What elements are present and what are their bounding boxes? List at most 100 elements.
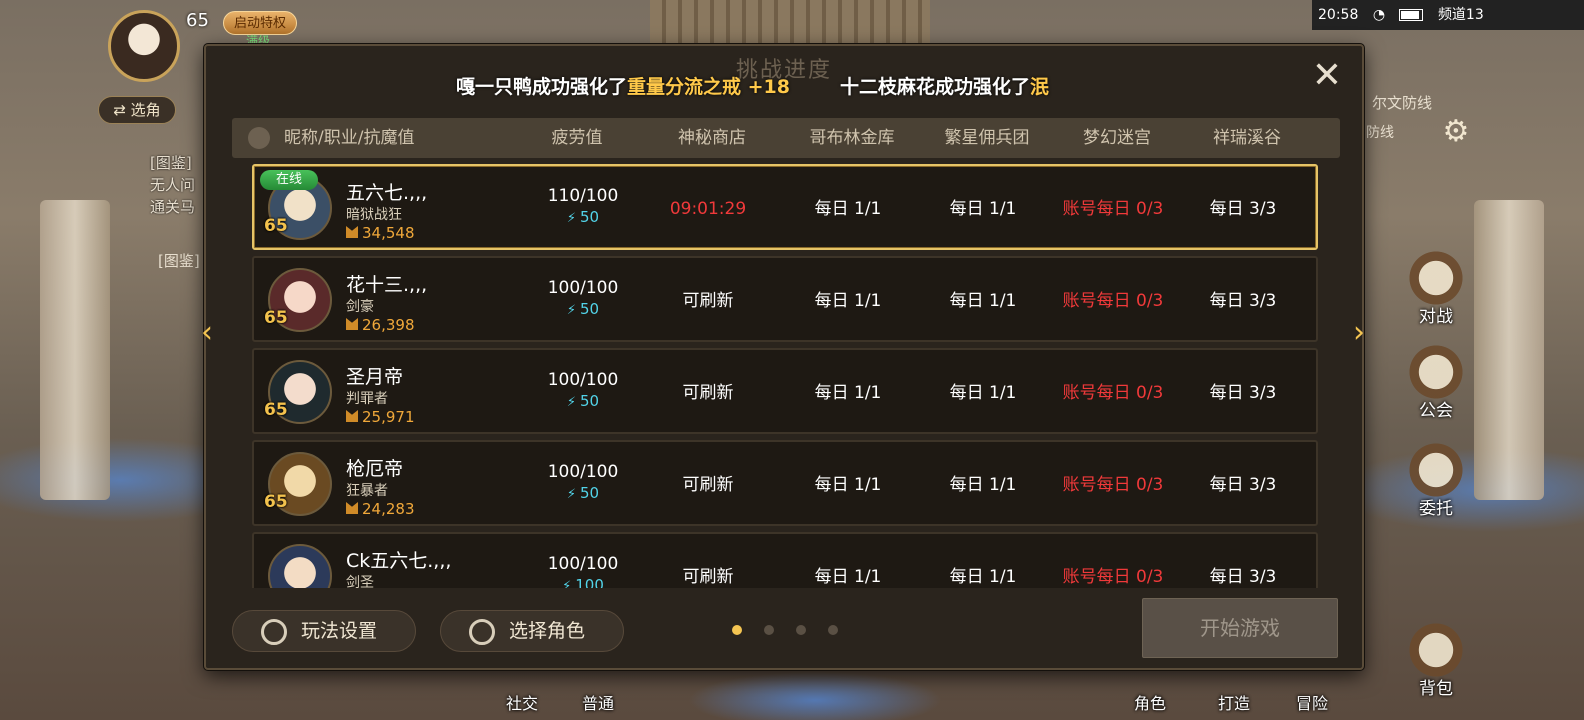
start-game-button[interactable]: 开始游戏 (1142, 598, 1338, 658)
power-value: 26,398 (362, 316, 415, 334)
character-name: 花十三.,,, (346, 274, 428, 296)
commission-board-icon (1406, 440, 1466, 500)
character-level: 65 (264, 492, 288, 512)
crown-icon (346, 226, 358, 238)
challenge-progress-modal: 挑战进度 嘎一只鸭成功强化了重量分流之戒 +18 十二枝麻花成功强化了泯 ✕ 昵称… (204, 44, 1364, 670)
mercenary-progress: 每日 1/1 (949, 567, 1017, 587)
left-info-panel[interactable]: [图鉴] 无人问 通关马 (150, 152, 210, 218)
valley-progress: 每日 3/3 (1209, 199, 1277, 219)
column-header: 哥布林金库 (809, 128, 895, 148)
character-class: 暗狱战狂 (346, 207, 402, 223)
character-silhouette-icon (469, 619, 495, 645)
column-header: 梦幻迷宫 (1083, 128, 1151, 148)
fatigue-value: 100/100 (547, 462, 619, 482)
gameplay-settings-button[interactable]: 玩法设置 (232, 610, 416, 652)
player-avatar[interactable] (108, 10, 180, 82)
fatigue-value: 100/100 (547, 278, 619, 298)
character-name: Ck五六七.,,, (346, 550, 452, 572)
character-class: 剑豪 (346, 299, 374, 315)
valley-progress: 每日 3/3 (1209, 567, 1277, 587)
character-power: 34,548 (346, 224, 415, 242)
shop-status: 可刷新 (682, 291, 734, 311)
page-dot[interactable] (828, 625, 838, 635)
page-dot[interactable] (764, 625, 774, 635)
character-name: 五六七.,,, (346, 182, 428, 204)
energy-value: ⚡ 50 (528, 484, 638, 502)
crossed-swords-icon (1406, 248, 1466, 308)
fatigue-value: 110/100 (547, 186, 619, 206)
valley-progress: 每日 3/3 (1209, 291, 1277, 311)
close-icon[interactable]: ✕ (1310, 58, 1344, 94)
switch-role-button[interactable]: ⇄ 选角 (98, 96, 176, 124)
guild-emblem-icon (1406, 342, 1466, 402)
power-value: 24,283 (362, 500, 415, 518)
goblin-progress: 每日 1/1 (814, 567, 882, 587)
background-right-stone-pillar (1474, 200, 1544, 500)
energy-amount: 100 (575, 576, 604, 588)
character-silhouette-icon (248, 127, 270, 149)
valley-progress: 每日 3/3 (1209, 475, 1277, 495)
table-header: 昵称/职业/抗魔值 疲劳值 神秘商店 哥布林金库 繁星佣兵团 梦幻迷宫 祥瑞溪谷 (232, 118, 1340, 158)
bag-icon (1406, 620, 1466, 680)
lightning-icon: ⚡ (566, 303, 577, 318)
page-indicator (732, 620, 860, 639)
character-row[interactable]: 65 枪厄帝 狂暴者 24,283 100/100 ⚡ 50 可刷新 每日 1/1… (252, 440, 1318, 526)
left-info-line: 无人问 (150, 176, 196, 194)
character-row[interactable]: 65 圣月帝 判罪者 25,971 100/100 ⚡ 50 可刷新 每日 1/1… (252, 348, 1318, 434)
side-button-guild[interactable]: 公会 (1400, 342, 1472, 421)
character-class: 狂暴者 (346, 483, 388, 499)
crown-icon (346, 502, 358, 514)
previous-page-arrow-icon[interactable]: ‹ (190, 310, 224, 356)
bottom-tab-character[interactable]: 角色 (1134, 690, 1166, 714)
character-list[interactable]: 在线 65 五六七.,,, 暗狱战狂 34,548 110/100 ⚡ 50 09… (248, 162, 1324, 588)
mercenary-progress: 每日 1/1 (949, 383, 1017, 403)
character-row[interactable]: 在线 65 五六七.,,, 暗狱战狂 34,548 110/100 ⚡ 50 09… (252, 164, 1318, 250)
battery-icon (1399, 9, 1424, 21)
shop-status: 可刷新 (682, 567, 734, 587)
side-button-bag[interactable]: 背包 (1400, 620, 1472, 699)
energy-value: ⚡ 50 (528, 300, 638, 318)
page-dot[interactable] (732, 625, 742, 635)
bottom-tab-social[interactable]: 社交 (506, 690, 538, 714)
settings-gear-icon[interactable]: ⚙ (1438, 114, 1474, 150)
fatigue-value: 100/100 (547, 370, 619, 390)
character-row[interactable]: Ck五六七.,,, 剑圣 100/100 ⚡ 100 可刷新 每日 1/1 每日 … (252, 532, 1318, 588)
mercenary-progress: 每日 1/1 (949, 475, 1017, 495)
fatigue-cell: 100/100 ⚡ 50 (528, 278, 638, 318)
energy-amount: 50 (580, 392, 600, 410)
power-value: 34,548 (362, 224, 415, 242)
valley-progress: 每日 3/3 (1209, 383, 1277, 403)
crown-icon (346, 410, 358, 422)
character-power: 26,398 (346, 316, 415, 334)
fatigue-cell: 110/100 ⚡ 50 (528, 186, 638, 226)
left-info-line: [图鉴] (150, 154, 192, 172)
fatigue-value: 100/100 (547, 554, 619, 574)
character-row[interactable]: 65 花十三.,,, 剑豪 26,398 100/100 ⚡ 50 可刷新 每日 … (252, 256, 1318, 342)
mercenary-progress: 每日 1/1 (949, 291, 1017, 311)
mercenary-progress: 每日 1/1 (949, 199, 1017, 219)
column-header: 神秘商店 (678, 128, 746, 148)
energy-amount: 50 (580, 300, 600, 318)
energy-amount: 50 (580, 484, 600, 502)
side-button-pvp[interactable]: 对战 (1400, 248, 1472, 327)
column-header: 祥瑞溪谷 (1213, 128, 1281, 148)
next-page-arrow-icon[interactable]: › (1342, 310, 1376, 356)
energy-value: ⚡ 50 (528, 208, 638, 226)
map-short-name: 防线 (1366, 125, 1394, 141)
bottom-tab-normal[interactable]: 普通 (582, 690, 614, 714)
maze-progress: 账号每日 0/3 (1062, 383, 1164, 403)
wifi-icon: ◔ (1372, 7, 1386, 23)
crown-icon (346, 318, 358, 330)
fatigue-cell: 100/100 ⚡ 50 (528, 462, 638, 502)
goblin-progress: 每日 1/1 (814, 475, 882, 495)
side-button-commission[interactable]: 委托 (1400, 440, 1472, 519)
energy-value: ⚡ 50 (528, 392, 638, 410)
bottom-tab-craft[interactable]: 打造 (1218, 690, 1250, 714)
bottom-tab-adventure[interactable]: 冒险 (1296, 690, 1328, 714)
select-role-button[interactable]: 选择角色 (440, 610, 624, 652)
ticker-item: 重量分流之戒 +18 (627, 76, 790, 98)
clock: 20:58 (1318, 7, 1359, 23)
goblin-progress: 每日 1/1 (814, 199, 882, 219)
page-dot[interactable] (796, 625, 806, 635)
character-level: 65 (264, 308, 288, 328)
